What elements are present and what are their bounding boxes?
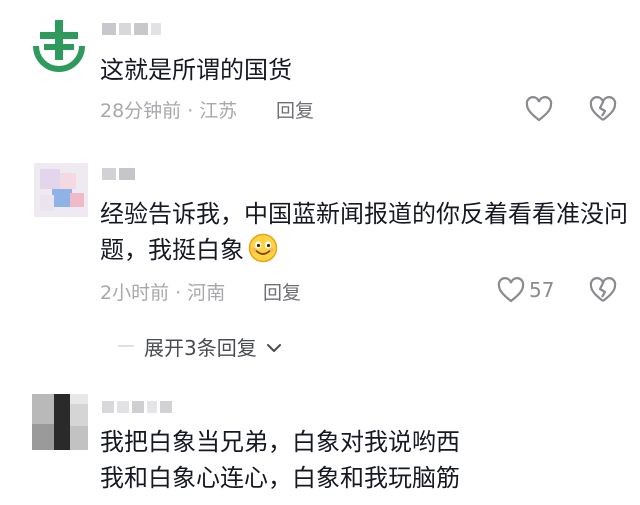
expand-replies-button[interactable]: 展开3条回复 [118, 332, 283, 361]
comment-text-line: 我和白象心连心，白象和我玩脑筋 [100, 464, 460, 492]
smile-emoji-icon [248, 233, 278, 263]
comment-text-line: 题，我挺白象 [100, 232, 628, 268]
heart-outline-icon[interactable] [524, 94, 554, 124]
chevron-down-icon [267, 344, 282, 352]
avatar[interactable] [32, 394, 88, 450]
comment-meta: 2小时前 · 河南 [100, 282, 226, 304]
avatar-logo-icon [33, 20, 85, 72]
avatar[interactable] [34, 163, 88, 217]
broken-heart-icon[interactable] [588, 275, 618, 305]
comment-text: 经验告诉我，中国蓝新闻报道的你反着看看准没问 题，我挺白象 [100, 196, 628, 268]
expand-replies-label: 展开3条回复 [144, 336, 257, 360]
broken-heart-icon[interactable] [588, 94, 618, 124]
comment-meta: 28分钟前 · 江苏 [100, 100, 238, 122]
comment-text-line: 经验告诉我，中国蓝新闻报道的你反着看看准没问 [100, 200, 628, 228]
comment-text: 我把白象当兄弟，白象对我说哟西 我和白象心连心，白象和我玩脑筋 [100, 424, 460, 496]
comment-text-line: 我把白象当兄弟，白象对我说哟西 [100, 428, 460, 456]
avatar[interactable] [30, 16, 88, 74]
like-count: 57 [529, 278, 555, 302]
username-blurred[interactable] [102, 401, 175, 413]
heart-outline-icon[interactable] [496, 275, 526, 305]
username-blurred[interactable] [102, 168, 138, 180]
comment-text: 这就是所谓的国货 [100, 56, 292, 84]
divider [118, 345, 134, 347]
username-blurred[interactable] [102, 23, 164, 35]
reply-button[interactable]: 回复 [276, 96, 314, 123]
reply-button[interactable]: 回复 [263, 278, 301, 305]
